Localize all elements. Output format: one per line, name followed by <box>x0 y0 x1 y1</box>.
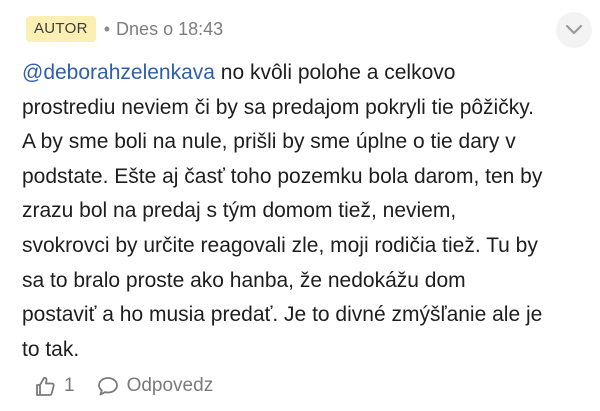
reply-label: Odpovedz <box>126 375 214 396</box>
comment-actions: 1 Odpovedz <box>34 372 213 400</box>
thumbs-up-icon <box>36 376 55 396</box>
user-mention-link[interactable]: @deborahzelenkava <box>22 61 215 84</box>
comment-menu-button[interactable] <box>556 12 592 48</box>
comment-header: AUTOR • Dnes o 18:43 <box>26 14 223 44</box>
like-count: 1 <box>64 375 75 396</box>
reply-button[interactable]: Odpovedz <box>97 375 214 397</box>
separator-dot: • <box>103 19 111 39</box>
speech-bubble-icon <box>97 377 118 396</box>
chevron-down-icon <box>565 24 583 35</box>
comment-card: AUTOR • Dnes o 18:43 @deborahzelenkava n… <box>0 0 600 411</box>
comment-text: no kvôli polohe a celkovo prostrediu nev… <box>22 61 543 361</box>
like-button[interactable]: 1 <box>34 375 75 397</box>
comment-body: @deborahzelenkava no kvôli polohe a celk… <box>22 56 584 367</box>
author-badge: AUTOR <box>26 16 96 42</box>
comment-timestamp: Dnes o 18:43 <box>116 19 224 39</box>
